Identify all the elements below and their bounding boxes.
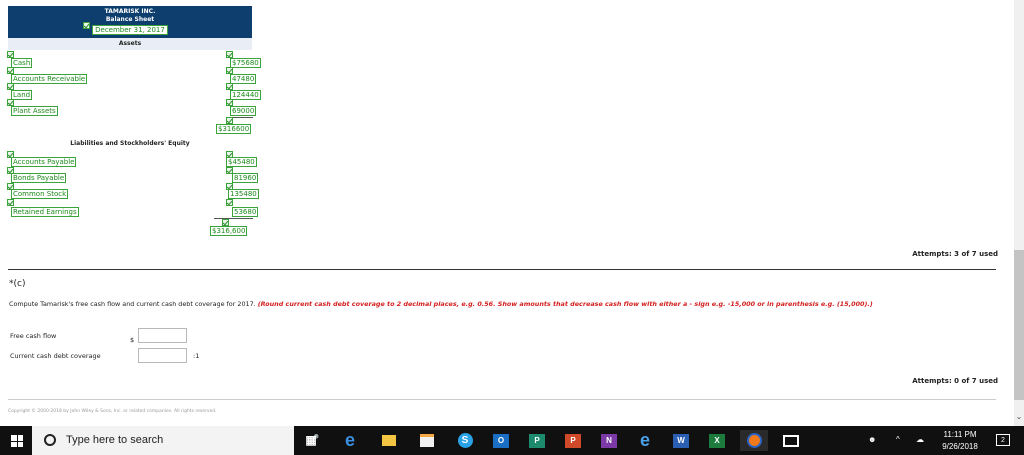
equity-label-common-stock[interactable]: Common Stock (11, 189, 69, 199)
start-button[interactable] (0, 426, 32, 455)
company-name: TAMARISK INC. (104, 8, 156, 15)
balance-sheet-header: TAMARISK INC. Balance Sheet December 31,… (8, 6, 252, 38)
asset-label-cash[interactable]: Cash (11, 58, 33, 68)
statement-name: Balance Sheet (105, 16, 155, 23)
word-icon[interactable]: W (670, 430, 692, 451)
publisher-icon[interactable]: P (526, 430, 548, 451)
attempts-counter: Attempts: 0 of 7 used (912, 377, 998, 385)
dollar-sign: $ (130, 336, 135, 344)
liability-value-bonds-payable[interactable]: 81960 (232, 173, 259, 183)
footer-divider (8, 399, 996, 400)
check-icon (7, 67, 14, 74)
equity-value-common-stock[interactable]: 135480 (228, 189, 259, 199)
powerpoint-icon[interactable]: P (562, 430, 584, 451)
store-icon[interactable] (416, 430, 438, 451)
free-cash-flow-label: Free cash flow (10, 332, 57, 340)
asset-label-accounts-receivable[interactable]: Accounts Receivable (11, 74, 88, 84)
search-icon (44, 434, 56, 446)
part-c-instructions: Compute Tamarisk's free cash flow and cu… (9, 300, 999, 308)
instruction-text: Compute Tamarisk's free cash flow and cu… (9, 300, 256, 308)
search-placeholder: Type here to search (66, 434, 164, 446)
copyright-text: Copyright © 2000-2018 by John Wiley & So… (8, 409, 217, 414)
ratio-suffix: :1 (193, 352, 200, 360)
cloud-icon[interactable]: ☁ (916, 435, 924, 444)
liability-value-accounts-payable[interactable]: $45480 (226, 157, 257, 167)
liability-label-bonds-payable[interactable]: Bonds Payable (11, 173, 67, 183)
excel-icon[interactable]: X (706, 430, 728, 451)
check-icon (7, 199, 14, 206)
notification-count: 2 (1001, 437, 1005, 444)
check-icon (222, 219, 229, 226)
total-rule (214, 218, 253, 219)
attempts-counter: Attempts: 3 of 7 used (912, 250, 998, 258)
check-icon (226, 67, 233, 74)
check-icon (7, 83, 14, 90)
current-cash-debt-coverage-label: Current cash debt coverage (10, 352, 101, 360)
liability-label-accounts-payable[interactable]: Accounts Payable (11, 157, 77, 167)
equity-label-retained-earnings[interactable]: Retained Earnings (11, 207, 79, 217)
free-cash-flow-input[interactable] (138, 328, 187, 343)
clock-date[interactable]: 9/26/2018 (936, 442, 984, 451)
scrollbar-thumb[interactable] (1014, 250, 1024, 400)
file-explorer-icon[interactable] (378, 430, 400, 451)
windows-logo-icon (11, 435, 23, 447)
check-icon (226, 117, 233, 124)
firefox-icon[interactable] (740, 430, 768, 451)
scroll-down-arrow-icon[interactable]: ⌄ (1014, 412, 1024, 422)
clock-time[interactable]: 11:11 PM (936, 430, 984, 439)
asset-value-cash[interactable]: $75680 (230, 58, 261, 68)
search-box[interactable]: Type here to search 🎤 (32, 426, 319, 455)
skype-icon[interactable]: S (454, 430, 476, 451)
assets-total-field[interactable]: $316600 (216, 124, 252, 134)
liabilities-total-field[interactable]: $316,600 (210, 226, 248, 236)
part-c-label: *(c) (9, 279, 26, 289)
show-hidden-icons-icon[interactable]: ^ (896, 435, 900, 444)
asset-value-land[interactable]: 124440 (230, 90, 261, 100)
photos-icon[interactable] (780, 430, 802, 451)
asset-value-accounts-receivable[interactable]: 47480 (230, 74, 257, 84)
instruction-note: (Round current cash debt coverage to 2 d… (257, 300, 873, 308)
statement-date-field[interactable]: December 31, 2017 (92, 25, 168, 35)
equity-value-retained-earnings[interactable]: 53680 (232, 207, 259, 217)
check-icon (226, 51, 233, 58)
section-divider (8, 269, 996, 270)
onenote-icon[interactable]: N (598, 430, 620, 451)
assets-title: Assets (8, 38, 252, 50)
people-icon[interactable]: ☻ (868, 435, 876, 444)
asset-label-plant-assets[interactable]: Plant Assets (11, 106, 58, 116)
page: TAMARISK INC. Balance Sheet December 31,… (0, 0, 1024, 455)
check-icon (226, 83, 233, 90)
taskbar: Type here to search 🎤 ▦ e S O P P N e W … (0, 426, 1024, 455)
notification-center-icon[interactable]: 2 (996, 434, 1010, 446)
check-icon (226, 99, 233, 106)
check-icon (7, 51, 14, 58)
asset-label-land[interactable]: Land (11, 90, 33, 100)
outlook-icon[interactable]: O (490, 430, 512, 451)
edge-icon[interactable]: e (339, 430, 361, 451)
check-icon (83, 22, 91, 29)
check-icon (226, 199, 233, 206)
internet-explorer-icon[interactable]: e (634, 430, 656, 451)
current-cash-debt-coverage-input[interactable] (138, 348, 187, 363)
task-view-icon[interactable]: ▦ (300, 430, 322, 451)
liabilities-title: Liabilities and Stockholders' Equity (70, 140, 190, 147)
check-icon (7, 99, 14, 106)
asset-value-plant-assets[interactable]: 69000 (230, 106, 257, 116)
